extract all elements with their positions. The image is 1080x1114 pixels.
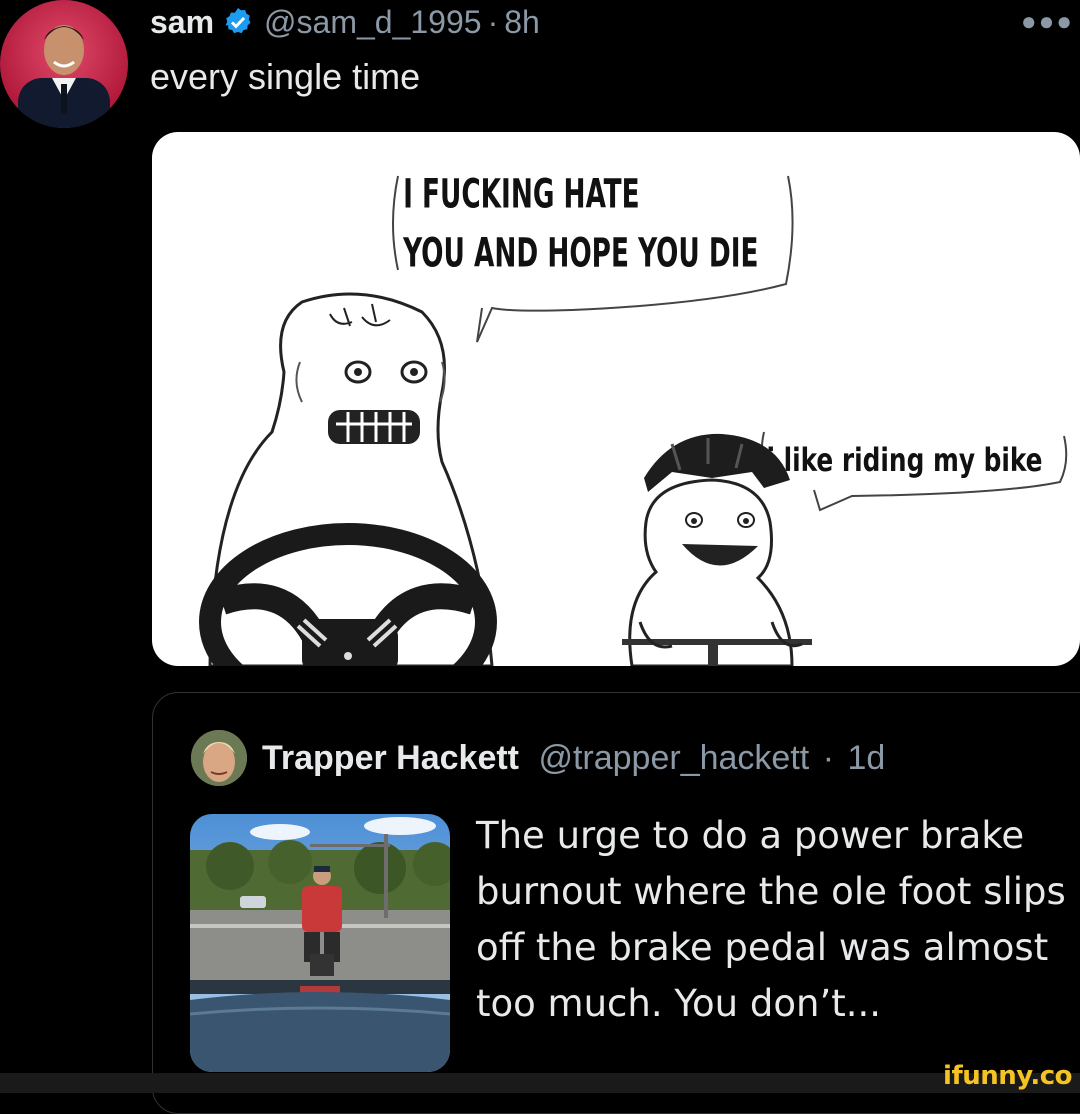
driver-speech-line1: I FUCKING HATE (403, 171, 639, 218)
author-avatar[interactable] (0, 0, 128, 128)
cyclist-speech-text: i like riding my bike (767, 442, 1043, 480)
footer-bar (0, 1073, 1080, 1093)
verified-badge-icon (225, 8, 251, 34)
meme-illustration: I FUCKING HATE YOU AND HOPE YOU DIE i li… (199, 171, 1068, 666)
quoted-separator-dot: · (822, 739, 835, 777)
author-name[interactable]: sam (150, 0, 214, 44)
separator-dot: · (487, 4, 499, 40)
quoted-author-avatar[interactable] (191, 730, 247, 786)
quoted-tweet-photo[interactable] (190, 814, 450, 1072)
quoted-tweet-header: Trapper Hackett @trapper_hackett · 1d (262, 734, 885, 782)
ifunny-watermark: ifunny.co (943, 1061, 1072, 1091)
tweet-time[interactable]: 8h (504, 0, 540, 44)
driver-figure (208, 292, 494, 666)
quoted-author-name[interactable]: Trapper Hackett (262, 739, 519, 777)
tweet-header: sam @sam_d_1995 · 8h (150, 0, 540, 44)
author-avatar-image (18, 25, 110, 128)
quoted-avatar-image (191, 730, 247, 786)
quoted-tweet-text: The urge to do a power brake burnout whe… (476, 814, 1066, 1025)
street-photo-image (190, 814, 450, 1072)
quoted-author-handle[interactable]: @trapper_hackett (538, 739, 809, 777)
tweet-text: every single time (150, 56, 421, 97)
cyclist-figure (628, 478, 794, 666)
tweet-media-meme[interactable]: I FUCKING HATE YOU AND HOPE YOU DIE i li… (152, 132, 1080, 666)
driver-speech-line2: YOU AND HOPE YOU DIE (402, 230, 758, 277)
quoted-tweet-time[interactable]: 1d (847, 739, 885, 777)
author-handle[interactable]: @sam_d_1995 (264, 0, 482, 44)
more-options-icon[interactable]: ●●● (1021, 6, 1074, 37)
